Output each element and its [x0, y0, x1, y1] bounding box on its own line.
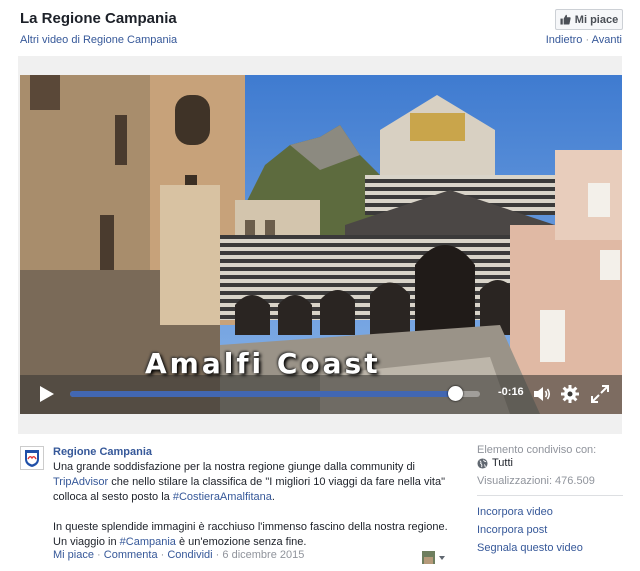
share-as-dropdown-icon[interactable] [422, 551, 447, 564]
hashtag-campania-link[interactable]: #Campania [120, 536, 176, 548]
embed-video-link[interactable]: Incorpora video [477, 506, 553, 518]
globe-icon [477, 457, 488, 469]
fullscreen-icon[interactable] [590, 384, 610, 404]
video-navigation: Indietro · Avanti [546, 34, 622, 46]
play-icon[interactable] [37, 384, 57, 404]
next-video-link[interactable]: Avanti [592, 34, 622, 46]
comment-action[interactable]: Commenta [104, 549, 158, 561]
hashtag-costiera-link[interactable]: #CostieraAmalfitana [173, 491, 272, 503]
progress-scrubber[interactable] [448, 386, 464, 401]
time-remaining: -0:16 [498, 386, 524, 398]
more-videos-link[interactable]: Altri video di Regione Campania [20, 34, 177, 46]
sidebar-divider [477, 495, 623, 496]
post-actions: Mi piace · Commenta · Condividi · 6 dice… [53, 549, 304, 561]
video-header: La Regione Campania Altri video di Regio… [0, 0, 640, 56]
campania-logo-icon [25, 450, 39, 467]
shared-with-label: Elemento condiviso con: [477, 444, 597, 456]
post-text-part: Una grande soddisfazione per la nostra r… [53, 461, 416, 473]
video-controls-bar: -0:16 [20, 375, 622, 414]
action-separator: · [97, 549, 104, 561]
post-text-part: . [271, 491, 275, 503]
tripadvisor-link[interactable]: TripAdvisor [53, 476, 108, 488]
volume-icon[interactable] [532, 384, 552, 404]
embed-post-link[interactable]: Incorpora post [477, 524, 547, 536]
post-date[interactable]: 6 dicembre 2015 [222, 549, 304, 561]
avatar[interactable] [20, 446, 44, 470]
video-player[interactable]: Amalfi Coast -0:16 [20, 75, 622, 414]
video-progress-bar[interactable] [70, 386, 480, 401]
progress-fill [70, 391, 456, 397]
share-action[interactable]: Condividi [167, 549, 212, 561]
prev-video-link[interactable]: Indietro [546, 34, 583, 46]
privacy-label: Tutti [492, 457, 513, 469]
post-paragraph-1: Una grande soddisfazione per la nostra r… [53, 460, 453, 505]
page-title: La Regione Campania [20, 10, 177, 27]
post-author[interactable]: Regione Campania [53, 446, 152, 458]
post-paragraph-2: In queste splendide immagini è racchiuso… [53, 520, 453, 550]
settings-icon[interactable] [560, 384, 580, 404]
view-count: Visualizzazioni: 476.509 [477, 475, 595, 487]
post-text-part: è un'emozione senza fine. [175, 536, 307, 548]
like-button-label: Mi piace [574, 13, 619, 26]
like-post-action[interactable]: Mi piace [53, 549, 94, 561]
report-video-link[interactable]: Segnala questo video [477, 542, 583, 554]
like-page-button[interactable]: Mi piace [555, 9, 623, 30]
thumbs-up-icon [560, 14, 571, 25]
privacy-setting: Tutti [477, 457, 513, 469]
